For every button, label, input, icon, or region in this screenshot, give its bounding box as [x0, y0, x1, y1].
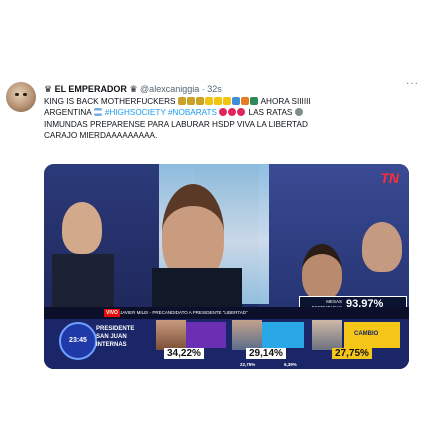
no-entry-icon: [219, 108, 228, 117]
avatar-eye: [15, 93, 19, 96]
party-name: CAMBIO: [354, 331, 379, 337]
ticker-text: JAVIER MILEI - PRECANDIDATO A PRESIDENTE…: [120, 310, 248, 315]
avatar-eye: [23, 93, 27, 96]
candidate-card: 29,14%: [232, 320, 307, 359]
candidate-percentage: 34,22%: [164, 348, 204, 359]
no-entry-icon: [237, 108, 246, 117]
top-emoji-icon: [186, 97, 195, 105]
tweet-line-2-start: ARGENTINA: [44, 108, 92, 118]
crown-icon: ♛: [129, 84, 138, 94]
candidate-photo: [312, 320, 342, 350]
sparkles-icon: [204, 97, 213, 105]
display-name[interactable]: EL EMPERADOR: [55, 84, 127, 94]
rat-icon: [294, 108, 303, 117]
tweet-line-4: CARAJO MIERDAAAAAAAAA.: [44, 131, 158, 141]
sub-percentage: 6,39%: [284, 362, 297, 367]
top-emoji-icon: [177, 97, 186, 105]
live-badge: VIVO: [104, 309, 120, 317]
candidate-photo: [156, 320, 186, 350]
no-entry-icon: [228, 108, 237, 117]
tweet-line-1-tail: AHORA SIIIIII: [260, 97, 311, 106]
tn-logo: TN: [380, 170, 399, 186]
candidate-card: CAMBIO 27,75%: [312, 320, 402, 359]
category-label: SAN JUAN: [96, 334, 127, 340]
tweet-line-2-end: LAS RATAS: [248, 108, 293, 118]
avatar[interactable]: [6, 82, 36, 112]
sub-percentage: 22,75%: [240, 362, 256, 367]
clock: 23:45: [59, 322, 97, 360]
person-left-head: [62, 202, 102, 254]
category-label: INTERNAS: [96, 342, 127, 348]
party-logo: [262, 322, 304, 348]
bank-icon: [249, 97, 258, 105]
sparkles-icon: [213, 97, 222, 105]
top-emoji-icon: [195, 97, 204, 105]
person-far-right-head: [362, 222, 402, 272]
globe-icon: [231, 97, 240, 105]
argentina-flag-icon: [93, 108, 102, 117]
party-logo: [186, 322, 226, 348]
user-handle[interactable]: @alexcaniggia: [140, 84, 199, 94]
tweet-line-3: INMUNDAS PREPARENSE PARA LABURAR HSDP VI…: [44, 119, 308, 129]
candidate-photo: [232, 320, 262, 350]
crown-icon: ♛: [44, 84, 53, 94]
fire-icon: [240, 97, 249, 105]
candidate-percentage: 29,14%: [246, 348, 286, 359]
person-left-suit: [52, 254, 114, 314]
tweet-line-1: KING IS BACK MOTHERFUCKERS: [44, 97, 176, 106]
hashtags[interactable]: #HIGHSOCIETY #NOBARATS: [105, 108, 217, 117]
timestamp[interactable]: · 32s: [202, 84, 222, 94]
tweet-text: KING IS BACK MOTHERFUCKERS AHORA SIIIIII…: [44, 96, 416, 142]
tweet-media-image[interactable]: TN MESAS ESCRUTADAS 93.97% VIVO JAVIER M…: [44, 164, 409, 369]
more-options-icon[interactable]: ···: [406, 78, 419, 89]
person-right-head: [302, 244, 342, 300]
party-logo: CAMBIO: [344, 322, 400, 348]
tweet-header: ♛ EL EMPERADOR ♛ @alexcaniggia · 32s: [44, 82, 415, 96]
sparkles-icon: [222, 97, 231, 105]
candidate-card: 34,22%: [156, 320, 228, 359]
race-category: PRESIDENTE SAN JUAN INTERNAS: [96, 325, 134, 349]
category-label: PRESIDENTE: [96, 326, 135, 332]
candidate-percentage: 27,75%: [332, 348, 372, 359]
